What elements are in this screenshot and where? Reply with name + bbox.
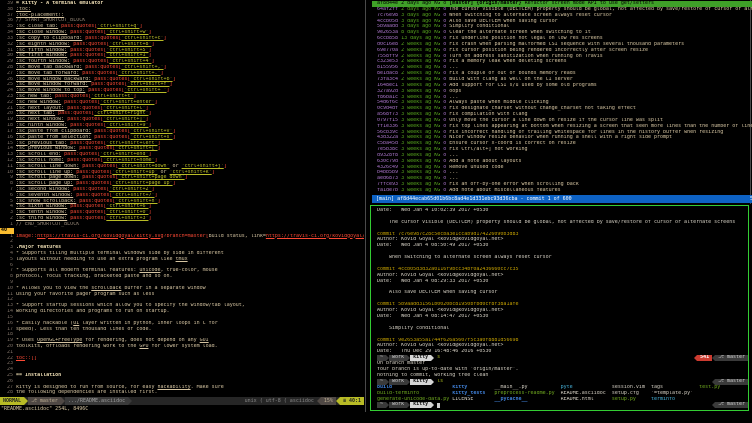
tig-status-bar: [main] af8d44ecab65d01b6bc8ad4e1d331ebc9… [372,195,752,203]
prompt-badge: 541 [697,355,712,361]
vim-file-info: unix ( utf-8 ( asciidoc [242,397,317,405]
tig-log-pane[interactable]: af8d44e 2 days ago KG o [master] {origin… [372,1,752,203]
vim-scroll-percent: 15% [321,397,336,405]
vim-cursor-position: ≡ 40:1 [340,397,364,405]
vim-line: 1image::https://travis-ci.org/kovidgoyal… [0,234,364,240]
vim-statusline: NORMAL ⎇ master .../README.asciidoc unix… [0,397,364,405]
powerline-arrow-icon [128,397,132,405]
shell-pane[interactable]: Date: Wed Jan 4 10:02:39 2017 +0530 The … [371,206,748,410]
prompt-git-branch: ⎇ master [715,402,748,408]
line-number: 28 [0,390,16,396]
kitty-terminal: { "colors":{ "background":"#000000","vim… [0,0,752,423]
vim-git-branch: ⎇ master [28,397,61,405]
terminal-cursor [437,403,440,408]
git-branch-icon: ⎇ [31,398,37,404]
vim-mode-indicator: NORMAL [0,397,24,405]
vim-message-line: "README.asciidoc" 254L, 8496C [1,406,363,413]
prompt-git-branch: ⎇ master [715,355,748,361]
pane-divider [365,0,366,412]
vim-filename: .../README.asciidoc [65,397,128,405]
tig-status-text: [main] af8d44ecab65d01b6bc8ad4e1d331ebc9… [376,195,572,203]
active-window-border: Date: Wed Jan 4 10:02:39 2017 +0530 The … [370,205,749,411]
commit-row[interactable]: fa1de7b 3 weeks ag KG o Add note about m… [372,188,752,194]
shell-line: The cursor visible (DECTCEM) property sh… [377,220,748,226]
shell-line: ~workkitty ⎇ master [377,402,748,408]
vim-line: 28the following dependencies are install… [0,390,364,396]
prompt-cwd: kitty [410,402,431,408]
vim-editor-pane[interactable]: 39= kitty - A terminal emulator38:toc:37… [0,1,364,412]
